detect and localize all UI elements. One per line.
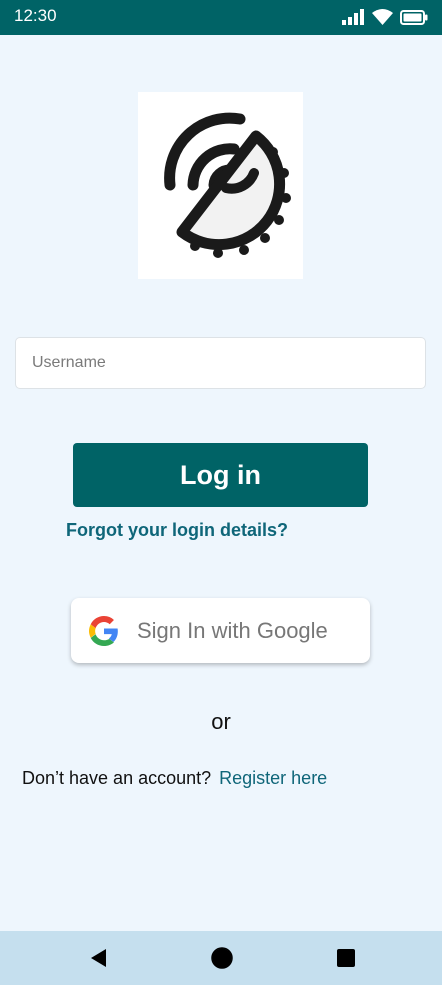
back-button[interactable] [87,947,109,969]
or-divider: or [211,709,231,734]
username-input[interactable] [15,337,426,389]
back-icon [91,949,106,967]
signal-icon [342,9,364,25]
google-signin-button[interactable]: Sign In with Google [71,598,370,663]
google-signin-label: Sign In with Google [137,617,328,643]
google-icon [89,615,118,646]
wifi-icon [372,9,393,25]
battery-icon [400,9,428,25]
signup-prompt: Don’t have an account? [22,768,212,788]
logo-icon [164,112,291,258]
register-link[interactable]: Register here [219,768,327,788]
signup-row: Don’t have an account? Register here [22,768,327,789]
status-time: 12:30 [14,6,57,25]
recents-icon [337,949,355,967]
app-logo [138,92,303,279]
home-icon [211,947,233,969]
status-bar: 12:30 [0,0,442,35]
status-icons [342,9,428,25]
navigation-bar [0,931,442,985]
login-button[interactable]: Log in [73,443,368,507]
forgot-login-link[interactable]: Forgot your login details? [66,520,288,541]
home-button[interactable] [211,947,233,969]
recents-button[interactable] [335,947,357,969]
